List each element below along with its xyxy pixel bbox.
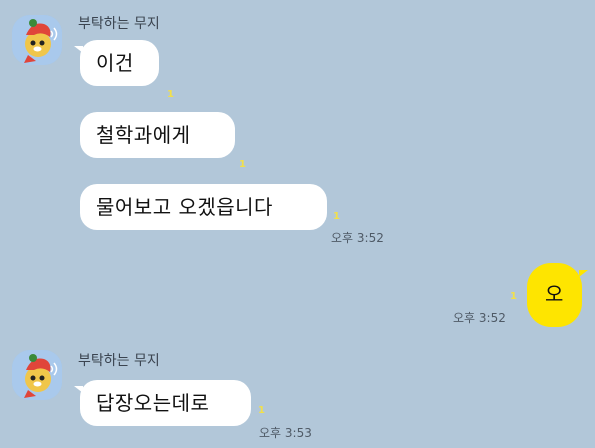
message-bubble[interactable]: 이건	[74, 40, 159, 86]
message-text: 철학과에게	[96, 123, 191, 147]
sender-avatar[interactable]	[12, 350, 62, 400]
message-timestamp: 오후 3:53	[259, 426, 312, 440]
sender-name: 부탁하는 무지	[78, 16, 160, 32]
unread-count: 1	[510, 291, 517, 302]
message-text: 이건	[96, 51, 134, 75]
message-timestamp: 오후 3:52	[453, 311, 506, 325]
message-bubble[interactable]: 물어보고 오겠읍니다	[80, 184, 327, 230]
message-text: 답장오는데로	[96, 391, 210, 415]
message-timestamp: 오후 3:52	[331, 231, 384, 245]
message-bubble[interactable]: 철학과에게	[80, 112, 235, 158]
message-text: 오	[545, 282, 564, 306]
muzi-profile-icon	[12, 350, 62, 400]
unread-count: 1	[167, 89, 174, 100]
unread-count: 1	[258, 405, 265, 416]
my-message-bubble[interactable]: 오	[527, 263, 588, 327]
sender-name: 부탁하는 무지	[78, 353, 160, 369]
unread-count: 1	[239, 159, 246, 170]
sender-avatar[interactable]	[12, 15, 62, 65]
message-text: 물어보고 오겠읍니다	[96, 195, 273, 219]
muzi-profile-icon	[12, 15, 62, 65]
unread-count: 1	[333, 211, 340, 222]
message-bubble[interactable]: 답장오는데로	[74, 380, 251, 426]
